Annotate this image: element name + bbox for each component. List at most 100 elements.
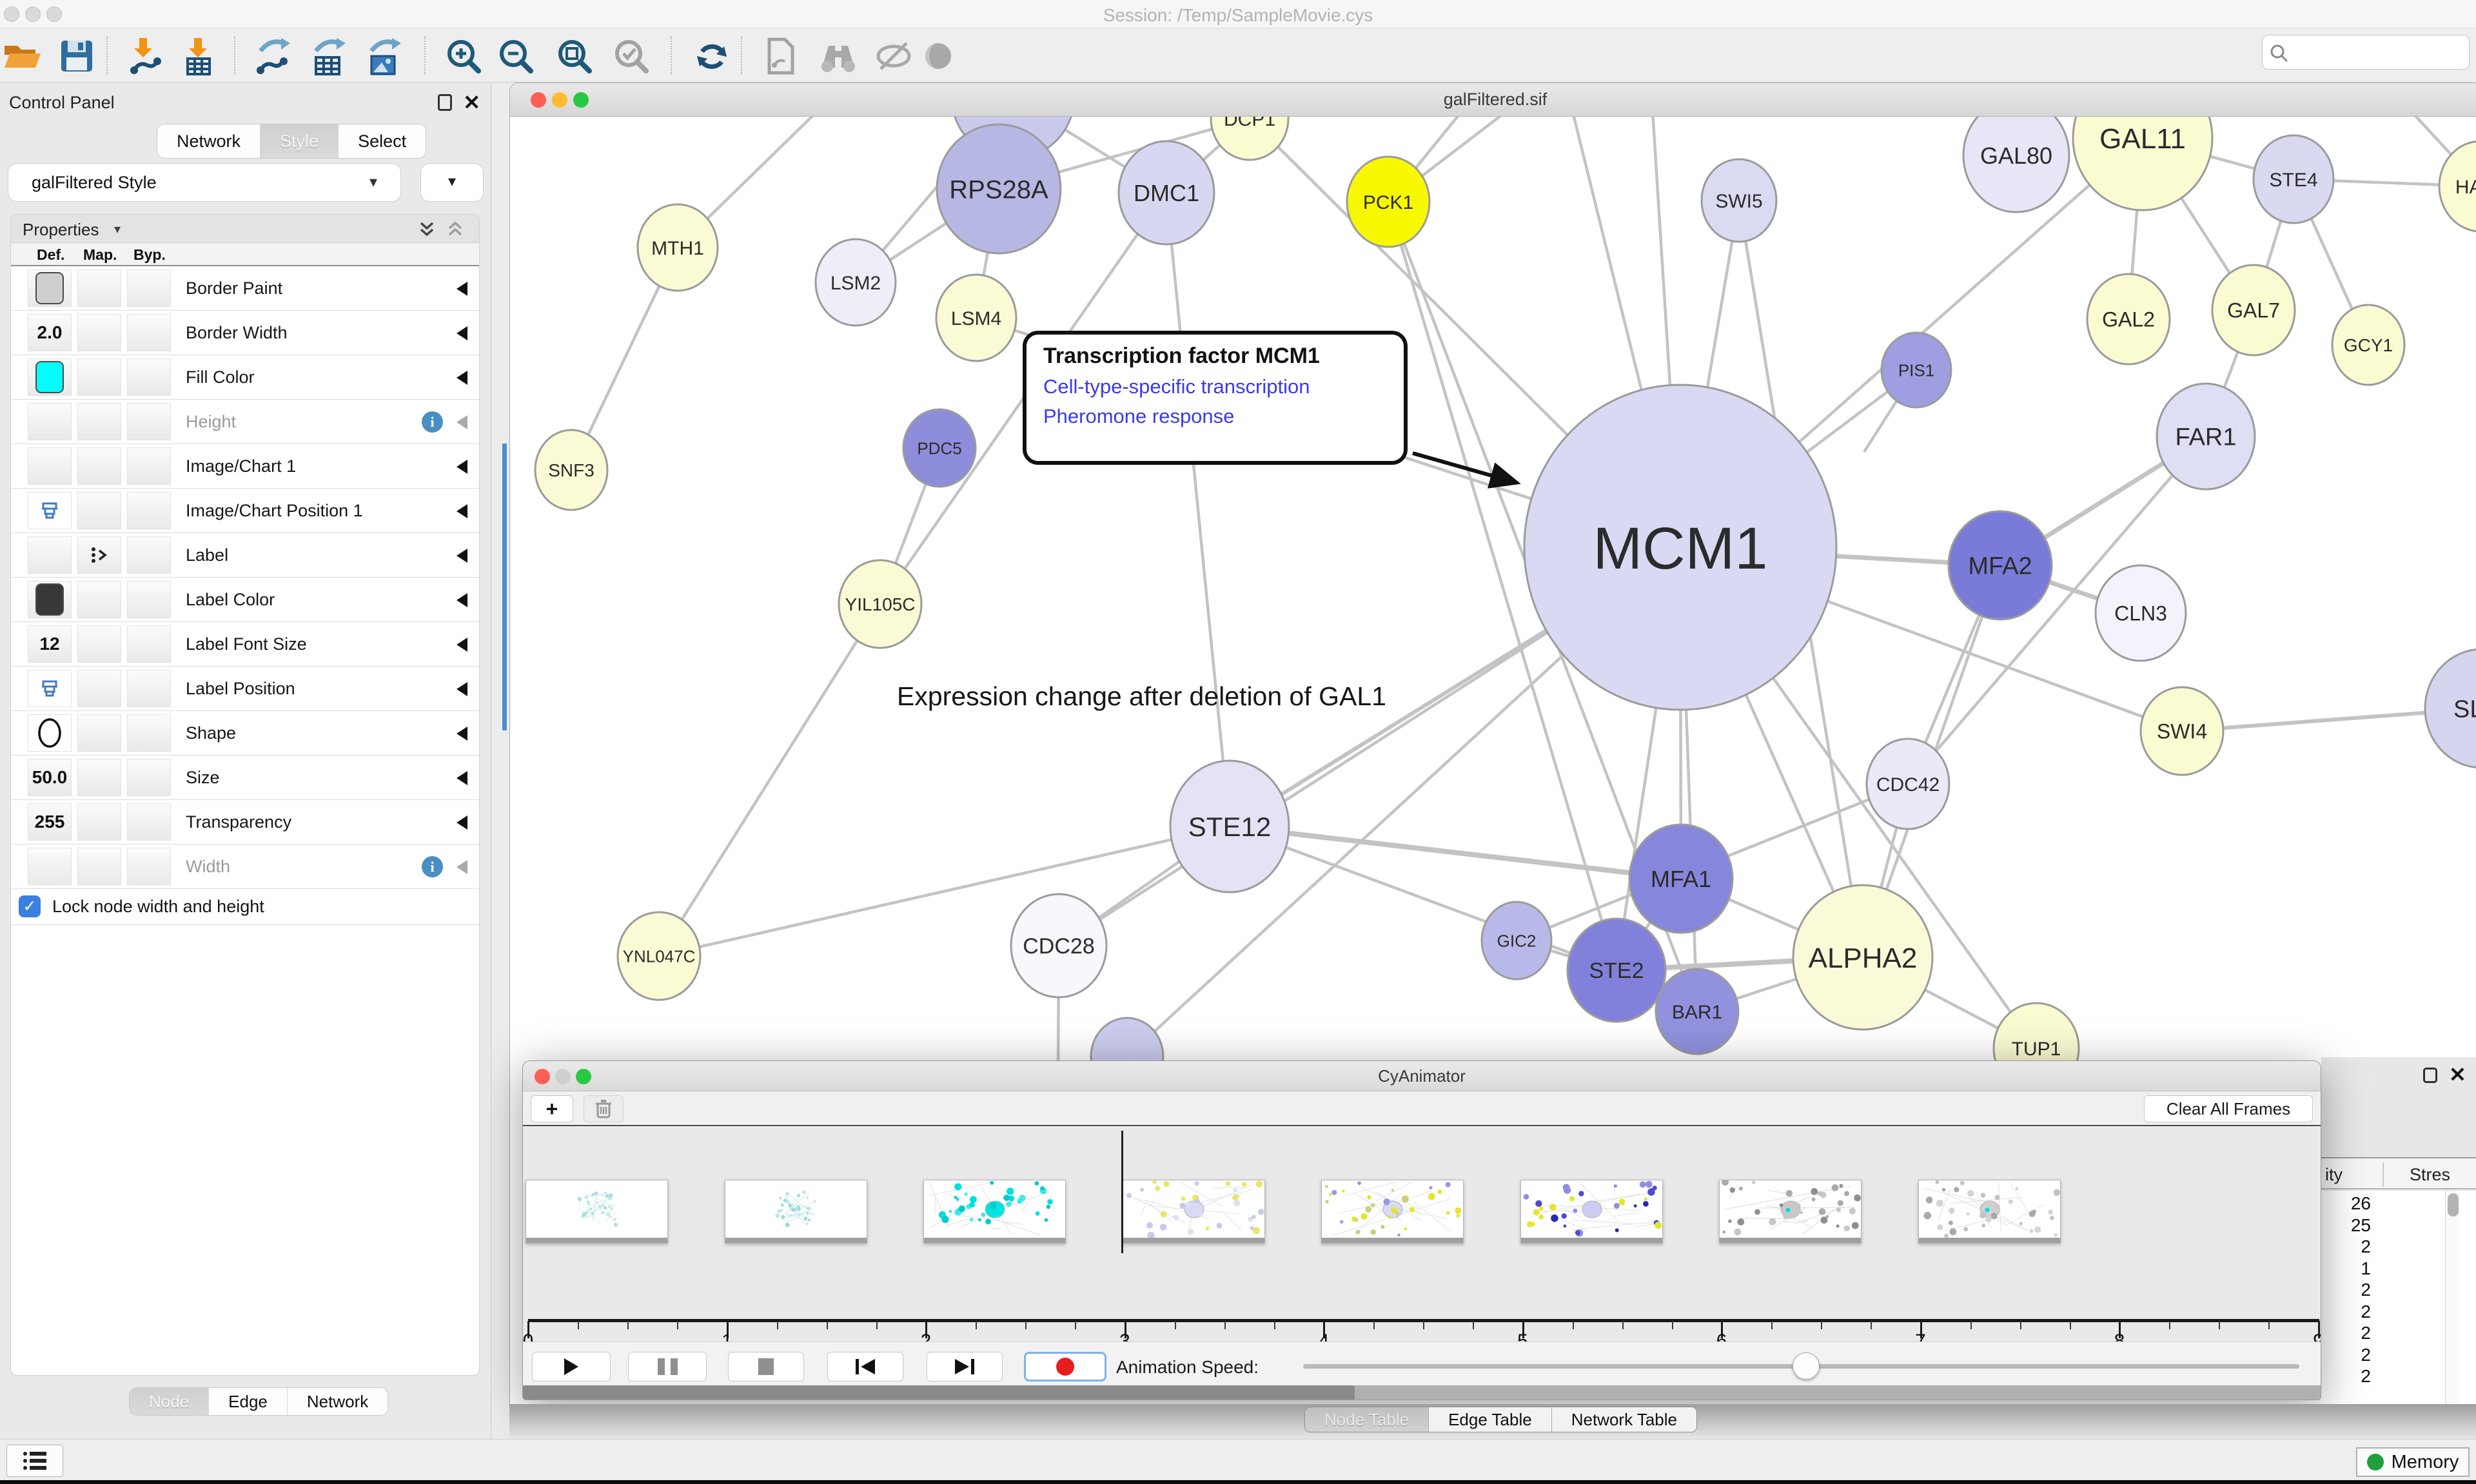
table-cell-value[interactable]: 2	[2324, 1236, 2371, 1257]
export-table-button[interactable]	[305, 35, 350, 77]
table-cell-value[interactable]: 2	[2324, 1366, 2371, 1387]
tab-network-table[interactable]: Network Table	[1551, 1407, 1696, 1432]
bypass-cell[interactable]	[127, 358, 171, 396]
property-row-label-color[interactable]: Label Color	[11, 578, 479, 622]
mapping-cell[interactable]	[77, 714, 121, 752]
mapping-cell[interactable]	[77, 803, 121, 841]
hide-button[interactable]	[871, 35, 916, 77]
bypass-cell[interactable]	[127, 536, 171, 574]
bypass-cell[interactable]	[127, 581, 171, 618]
network-node-snf3[interactable]: SNF3	[535, 430, 607, 510]
bypass-cell[interactable]	[127, 759, 171, 796]
property-row-transparency[interactable]: 255Transparency	[11, 800, 479, 845]
property-row-image-chart-1[interactable]: Image/Chart 1	[11, 444, 479, 489]
zoom-out-button[interactable]	[493, 35, 538, 77]
bypass-cell[interactable]	[127, 848, 171, 885]
info-icon[interactable]: i	[422, 856, 443, 877]
network-node-dcp1[interactable]: DCP1	[1211, 117, 1288, 160]
mapping-cell[interactable]	[77, 581, 121, 618]
network-node-mcm1[interactable]: MCM1	[1524, 385, 1836, 710]
bypass-cell[interactable]	[127, 492, 171, 529]
float-panel-icon[interactable]	[438, 94, 452, 111]
network-node-pck1[interactable]: PCK1	[1347, 157, 1430, 247]
table-cell-value[interactable]: 26	[2324, 1193, 2371, 1214]
expand-all-icon[interactable]	[417, 220, 437, 239]
skip-to-start-button[interactable]	[827, 1352, 903, 1381]
expand-row-icon[interactable]	[457, 860, 467, 874]
expand-row-icon[interactable]	[457, 593, 467, 607]
network-window-titlebar[interactable]: galFiltered.sif	[510, 83, 2476, 117]
clear-all-frames-button[interactable]: Clear All Frames	[2144, 1095, 2313, 1122]
bypass-cell[interactable]	[127, 714, 171, 752]
network-node-ste12[interactable]: STE12	[1170, 761, 1289, 892]
bypass-cell[interactable]	[127, 625, 171, 663]
network-node-bar1[interactable]: BAR1	[1656, 969, 1738, 1054]
table-cell-value[interactable]: 25	[2324, 1215, 2371, 1236]
network-node-dmc1[interactable]: DMC1	[1119, 141, 1214, 244]
record-button[interactable]	[1024, 1352, 1106, 1381]
zoom-in-button[interactable]	[441, 35, 486, 77]
file-action-button[interactable]	[757, 35, 802, 77]
expand-row-icon[interactable]	[457, 282, 467, 296]
tab-node-table[interactable]: Node Table	[1305, 1407, 1428, 1432]
close-panel-icon[interactable]: ✕	[463, 90, 480, 115]
expand-row-icon[interactable]	[457, 415, 467, 429]
network-node-pis1[interactable]: PIS1	[1882, 333, 1951, 407]
slider-thumb[interactable]	[1793, 1352, 1820, 1380]
open-session-button[interactable]	[0, 35, 45, 77]
property-row-size[interactable]: 50.0Size	[11, 756, 479, 800]
task-history-button[interactable]	[6, 1445, 63, 1477]
default-value-cell[interactable]	[28, 447, 72, 485]
network-node-ste2[interactable]: STE2	[1567, 919, 1665, 1022]
stop-button[interactable]	[728, 1352, 804, 1381]
tab-node[interactable]: Node	[130, 1388, 208, 1415]
network-node-mfa2[interactable]: MFA2	[1949, 511, 2052, 620]
default-value-cell[interactable]: 255	[28, 803, 72, 841]
add-frame-button[interactable]: +	[531, 1095, 573, 1122]
play-button[interactable]	[532, 1352, 611, 1381]
network-node-ste4[interactable]: STE4	[2254, 135, 2334, 223]
mapping-cell[interactable]	[77, 625, 121, 663]
network-node-lsm4[interactable]: LSM4	[936, 275, 1016, 361]
default-value-cell[interactable]: 2.0	[28, 314, 72, 351]
property-row-label[interactable]: Label	[11, 533, 479, 578]
bypass-cell[interactable]	[127, 447, 171, 485]
expand-row-icon[interactable]	[457, 727, 467, 741]
default-value-cell[interactable]	[28, 536, 72, 574]
properties-header[interactable]: Properties ▾	[11, 215, 479, 243]
expand-row-icon[interactable]	[457, 638, 467, 652]
table-col-stress[interactable]: Stres	[2410, 1165, 2450, 1185]
property-row-border-paint[interactable]: Border Paint	[11, 266, 479, 311]
tab-edge-table[interactable]: Edge Table	[1428, 1407, 1551, 1432]
info-icon[interactable]: i	[422, 411, 443, 433]
refresh-button[interactable]	[689, 35, 734, 77]
search-input[interactable]	[2292, 38, 2463, 66]
expand-row-icon[interactable]	[457, 549, 467, 563]
table-cell-value[interactable]: 2	[2324, 1345, 2371, 1365]
default-value-cell[interactable]	[28, 670, 72, 707]
table-col-connectivity[interactable]: ity	[2325, 1165, 2343, 1185]
network-edge[interactable]	[659, 604, 880, 956]
annotation-box[interactable]: Transcription factor MCM1 Cell-type-spec…	[1023, 331, 1408, 465]
default-value-cell[interactable]: 12	[28, 625, 72, 663]
default-value-cell[interactable]	[28, 581, 72, 618]
network-node-gal2[interactable]: GAL2	[2087, 274, 2170, 364]
network-node-mth1[interactable]: MTH1	[638, 204, 718, 291]
property-row-width[interactable]: Widthi	[11, 845, 479, 889]
style-options-button[interactable]: ▾	[420, 163, 484, 202]
network-node-cdc28[interactable]: CDC28	[1011, 894, 1106, 997]
export-network-button[interactable]	[250, 35, 295, 77]
bypass-cell[interactable]	[127, 269, 171, 307]
import-network-button[interactable]	[121, 35, 166, 77]
default-value-cell[interactable]	[28, 492, 72, 529]
table-cell-value[interactable]: 1	[2324, 1258, 2371, 1279]
property-row-height[interactable]: Heighti	[11, 400, 479, 444]
expand-row-icon[interactable]	[457, 504, 467, 518]
network-node-gal80[interactable]: GAL80	[1963, 117, 2069, 212]
table-scrollbar[interactable]	[2445, 1191, 2461, 1404]
cyanimator-titlebar[interactable]: CyAnimator	[523, 1061, 2321, 1091]
skip-to-end-button[interactable]	[927, 1352, 1003, 1381]
network-node-yil105c[interactable]: YIL105C	[839, 560, 921, 648]
save-session-button[interactable]	[54, 35, 99, 77]
default-value-cell[interactable]: 50.0	[28, 759, 72, 796]
